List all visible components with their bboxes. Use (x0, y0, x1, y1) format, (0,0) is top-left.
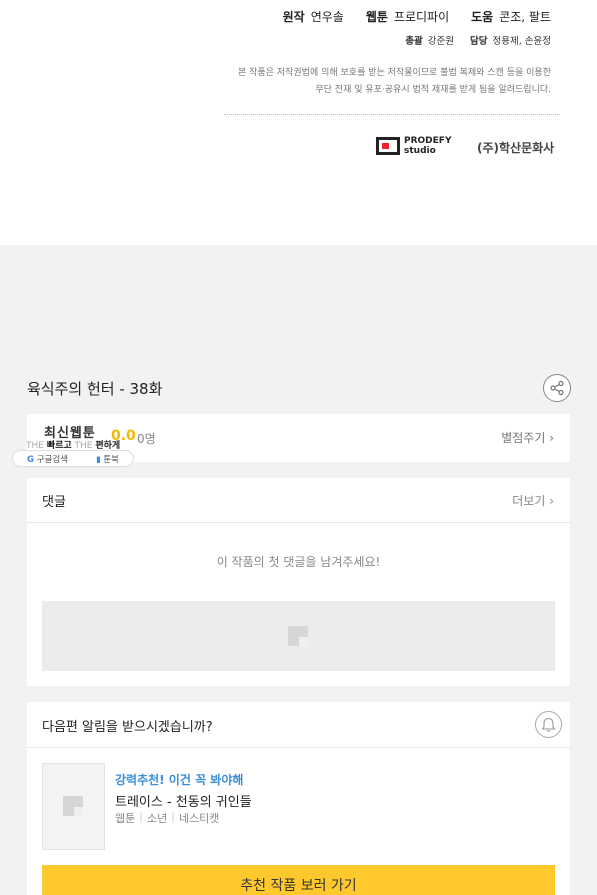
director-value: 강준원 (427, 36, 455, 47)
share-button[interactable] (543, 374, 571, 402)
tag-genre: 웹툰 (115, 812, 136, 825)
comments-header: 댓글 더보기 › (27, 478, 570, 523)
comments-card: 댓글 더보기 › 이 작품의 첫 댓글을 남겨주세요! (27, 478, 570, 686)
divider (224, 114, 560, 115)
prodefy-logo-icon (376, 137, 400, 155)
next-episode-header: 다음편 알림을 받으시겠습니까? (27, 702, 570, 748)
haksan-logo: (주)학산문화사 (477, 141, 555, 155)
copyright-notice: 본 작품은 저작권법에 의해 보호를 받는 저작물이므로 불법 복제와 스캔 등… (238, 65, 551, 99)
latest-webtoon-badge[interactable]: 최신웹툰 THE 빠르고 THE 편하게 G 구글검색 ▮ 툰북 (12, 420, 134, 468)
prodefy-logo-line1: PRODEFY (404, 136, 452, 146)
webtoon-label: 웹툰 (365, 10, 388, 24)
rate-link[interactable]: 별점주기 › (501, 429, 554, 446)
credits-section: 원작 연우솔 웹툰 프로디파이 도움 콘조, 팔트 총괄 강준원 담당 정용제,… (0, 0, 597, 245)
credit-row-staff: 총괄 강준원 담당 정용제, 손윤정 (405, 33, 551, 47)
alert-bell-button[interactable] (535, 711, 562, 738)
episode-title: 육식주의 헌터 - 38화 (27, 380, 163, 398)
tag-author: 네스티캣 (178, 812, 220, 825)
image-placeholder-icon (63, 796, 83, 816)
next-episode-question: 다음편 알림을 받으시겠습니까? (42, 720, 213, 735)
bell-icon (541, 717, 556, 732)
toonbook-item[interactable]: ▮ 툰북 (96, 453, 119, 465)
tag-category: 소년 (146, 812, 168, 825)
toonbook-label: 툰북 (103, 454, 119, 465)
director-label: 총괄 (405, 36, 423, 47)
webtoon-value: 프로디파이 (393, 10, 450, 24)
book-icon: ▮ (95, 454, 101, 465)
comments-title: 댓글 (42, 495, 66, 510)
rating-count: 0명 (137, 432, 156, 446)
copyright-line-2: 무단 전재 및 유포·공유시 법적 제재를 받게 됨을 알려드립니다. (315, 85, 551, 95)
next-episode-card: 다음편 알림을 받으시겠습니까? 강력추천! 이건 꼭 봐야해 트레이스 - 천… (27, 702, 570, 895)
google-search-label: 구글검색 (36, 454, 68, 465)
recommend-label: 강력추천! 이건 꼭 봐야해 (115, 773, 244, 787)
prodefy-logo: PRODEFY studio (376, 136, 451, 156)
badge-pill[interactable]: G 구글검색 ▮ 툰북 (12, 450, 134, 467)
prodefy-logo-line2: studio (404, 146, 436, 156)
comments-more-link[interactable]: 더보기 › (512, 492, 554, 509)
manager-label: 담당 (470, 36, 488, 47)
original-label: 원작 (282, 10, 305, 24)
copyright-line-1: 본 작품은 저작권법에 의해 보호를 받는 저작물이므로 불법 복제와 스캔 등… (238, 68, 551, 78)
image-placeholder-icon (288, 626, 308, 646)
comments-empty-message: 이 작품의 첫 댓글을 남겨주세요! (216, 555, 381, 569)
recommend-title[interactable]: 트레이스 - 천동의 귀인들 (115, 791, 252, 810)
help-value: 콘조, 팔트 (499, 10, 551, 24)
comment-ad-placeholder[interactable] (42, 601, 555, 671)
recommend-tags: 웹툰 | 소년 | 네스티캣 (115, 810, 220, 825)
recommend-thumbnail[interactable] (42, 763, 105, 850)
original-value: 연우솔 (310, 10, 344, 24)
credit-row-main: 원작 연우솔 웹툰 프로디파이 도움 콘조, 팔트 (283, 8, 551, 25)
recommend-button[interactable]: 추천 작품 보러 가기 (42, 865, 555, 895)
share-icon (550, 380, 564, 396)
google-icon: G (27, 454, 34, 465)
manager-value: 정용제, 손윤정 (492, 36, 551, 47)
google-search-item[interactable]: G 구글검색 (27, 453, 68, 465)
help-label: 도움 (471, 10, 494, 24)
